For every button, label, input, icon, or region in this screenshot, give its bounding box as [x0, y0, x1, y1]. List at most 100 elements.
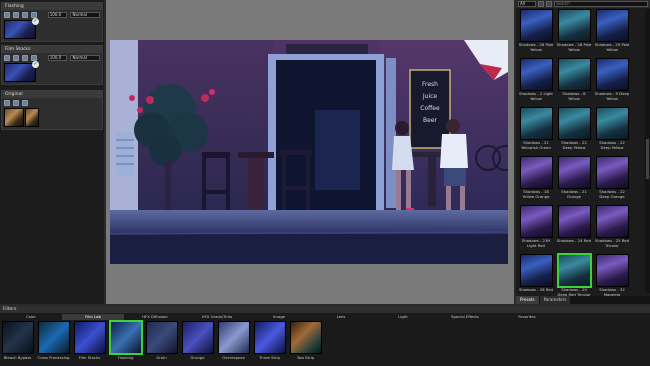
filter-thumbnail[interactable]	[109, 321, 142, 354]
preset-thumbnail[interactable]	[595, 107, 629, 140]
filter-item[interactable]: Bleach Bypass	[1, 321, 34, 360]
preset-item[interactable]: Shadows - 21 Yellowish Green	[518, 107, 554, 155]
preset-thumbnail[interactable]	[557, 254, 591, 287]
scrollbar-thumb[interactable]	[646, 139, 649, 179]
eye-icon[interactable]	[4, 99, 10, 106]
blend-mode-select[interactable]: Normal	[70, 11, 101, 18]
preset-item[interactable]: Shadows - 28 Pale Yellow	[556, 9, 592, 57]
filter-category-tab[interactable]: Image	[248, 314, 310, 320]
list-view-icon[interactable]	[546, 1, 552, 7]
brush-icon[interactable]	[22, 99, 28, 106]
preset-item[interactable]: Shadows - 8 Yellow	[556, 58, 592, 106]
filter-category-tab[interactable]: HFX Diffusion	[124, 314, 186, 320]
preset-thumbnail[interactable]	[519, 156, 553, 189]
brush-icon[interactable]	[21, 11, 28, 18]
preset-thumbnail[interactable]	[519, 205, 553, 238]
blend-mode-select[interactable]: Normal	[70, 54, 101, 61]
preset-item[interactable]: Shadows - 32 Magenta	[594, 254, 630, 302]
preset-thumbnail[interactable]	[595, 156, 629, 189]
panel-tabs: Presets Parameters	[516, 296, 650, 304]
preset-item[interactable]: Shadows - 2 Light Yellow	[518, 58, 554, 106]
preset-thumbnail[interactable]	[595, 9, 629, 42]
preset-thumbnail[interactable]	[519, 58, 553, 91]
filter-thumbnail[interactable]	[253, 321, 286, 354]
filter-item[interactable]: Film Stocks	[73, 321, 106, 360]
filter-thumbnail[interactable]	[181, 321, 214, 354]
preset-thumbnail[interactable]	[595, 58, 629, 91]
preset-item[interactable]: Shadows - 29 Pale Yellow	[594, 9, 630, 57]
layer-thumbnail-secondary[interactable]	[25, 108, 39, 127]
preset-item[interactable]: Shadows - 22 Deep Yellow	[594, 107, 630, 155]
filter-item[interactable]: Flashing	[109, 321, 142, 360]
opacity-field[interactable]: 100.0	[47, 11, 68, 18]
check-icon[interactable]: ✓	[32, 61, 39, 68]
filter-thumbnail[interactable]	[1, 321, 34, 354]
filter-item[interactable]: Grunge	[181, 321, 214, 360]
preset-thumbnail[interactable]	[519, 254, 553, 287]
preset-thumbnail[interactable]	[595, 254, 629, 287]
preset-thumbnail[interactable]	[557, 9, 591, 42]
tab-presets[interactable]: Presets	[516, 296, 539, 304]
search-input[interactable]: Search	[554, 1, 648, 7]
filter-thumbnail[interactable]	[145, 321, 178, 354]
filter-category-tab[interactable]: Color	[0, 314, 62, 320]
filter-category-tab[interactable]: Special Effects	[434, 314, 496, 320]
preset-thumbnail[interactable]	[595, 205, 629, 238]
category-select[interactable]: All	[518, 1, 536, 7]
preset-item[interactable]: Shadows - 26 Pale Yellow	[518, 9, 554, 57]
filter-item[interactable]: Overexpose	[217, 321, 250, 360]
filter-item[interactable]: Grain	[145, 321, 178, 360]
preset-item[interactable]: Shadows - 23H Light Red	[518, 205, 554, 253]
settings-icon[interactable]	[30, 54, 37, 61]
mask-icon[interactable]	[12, 54, 19, 61]
preset-thumbnail[interactable]	[557, 107, 591, 140]
filter-category-tab[interactable]: Film Lab	[62, 314, 124, 320]
filter-category-tab[interactable]: HFX Grads/Tints	[186, 314, 248, 320]
layer-thumbnail[interactable]: ✓	[4, 18, 39, 39]
filter-thumbnail[interactable]	[37, 321, 70, 354]
check-icon[interactable]: ✓	[32, 18, 39, 25]
settings-icon[interactable]	[30, 11, 37, 18]
preset-item[interactable]: Shadows - 22 Deep Yellow	[556, 107, 592, 155]
eye-icon[interactable]	[4, 54, 10, 61]
filter-category-tab[interactable]: Lens	[310, 314, 372, 320]
preset-item[interactable]: Shadows - 21 Orange	[556, 156, 592, 204]
preset-thumbnail[interactable]	[557, 205, 591, 238]
preset-thumbnail[interactable]	[557, 156, 591, 189]
preset-item[interactable]: Shadows - 29 Deep Red Tricolor	[556, 254, 592, 302]
layer-film-stocks[interactable]: Film Stocks 100.0 Normal ✓	[1, 45, 103, 85]
layer-original[interactable]: Original	[1, 90, 103, 130]
preset-item[interactable]: Shadows - 24 Red	[556, 205, 592, 253]
preset-item[interactable]: Shadows - 22 Deep Orange	[594, 156, 630, 204]
preset-item[interactable]: Shadows - 25 Red Tricolor	[594, 205, 630, 253]
filter-item[interactable]: Three Strip	[253, 321, 286, 360]
eye-icon[interactable]	[4, 11, 10, 18]
preset-scrollbar[interactable]	[645, 9, 650, 293]
chalkboard-line: Fresh	[422, 81, 438, 88]
filter-thumbnail[interactable]	[289, 321, 322, 354]
mask-icon[interactable]	[13, 99, 19, 106]
filter-item[interactable]: Cross Processing	[37, 321, 70, 360]
layer-thumbnail[interactable]: ✓	[4, 61, 39, 82]
mask-icon[interactable]	[12, 11, 19, 18]
opacity-field[interactable]: 100.0	[47, 54, 68, 61]
photo-preview[interactable]: Fresh Juice Coffee Beer	[110, 40, 508, 264]
filter-category-tabs: Color Film Lab HFX Diffusion HFX Grads/Tint…	[0, 314, 650, 320]
filter-category-tab[interactable]: Light	[372, 314, 434, 320]
preset-thumbnail[interactable]	[557, 58, 591, 91]
tab-parameters[interactable]: Parameters	[539, 296, 571, 304]
preset-item[interactable]: Shadows - 9 Deep Yellow	[594, 58, 630, 106]
preset-item[interactable]: Shadows - 18 Yellow Orange	[518, 156, 554, 204]
preset-thumbnail[interactable]	[519, 107, 553, 140]
grid-view-icon[interactable]	[538, 1, 544, 7]
filter-item[interactable]: Two Strip	[289, 321, 322, 360]
brush-icon[interactable]	[21, 54, 28, 61]
filter-thumbnail[interactable]	[73, 321, 106, 354]
layer-flashing[interactable]: Flashing 100.0 Normal ✓	[1, 2, 103, 42]
preset-item[interactable]: Shadows - 26 Red	[518, 254, 554, 302]
filter-thumbnail[interactable]	[217, 321, 250, 354]
preset-thumbnail[interactable]	[519, 9, 553, 42]
filter-category-tab[interactable]: Favorites	[496, 314, 558, 320]
layer-thumbnail[interactable]	[4, 108, 24, 127]
canvas-area[interactable]: Fresh Juice Coffee Beer	[106, 0, 514, 304]
